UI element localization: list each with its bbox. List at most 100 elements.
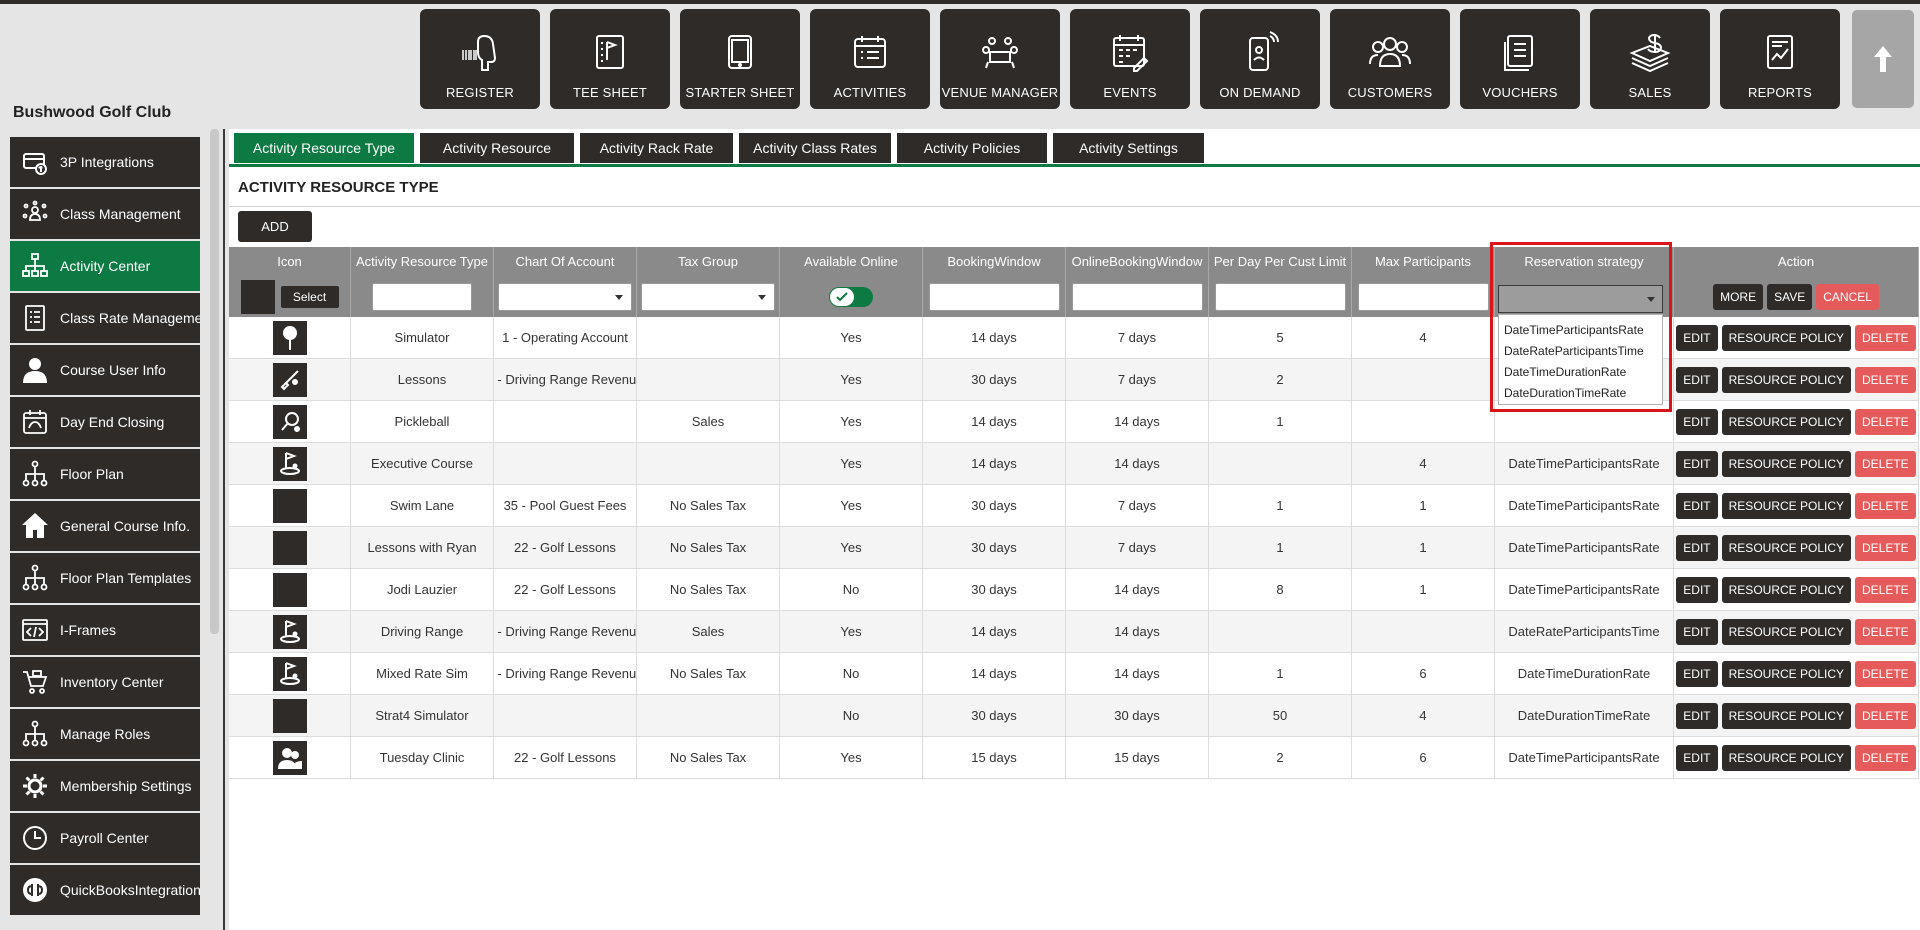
sidebar-item-class-rate-management[interactable]: Class Rate Management <box>10 293 200 343</box>
chart-of-account-cell: 35 - Pool Guest Fees <box>494 485 637 526</box>
cancel-button[interactable]: CANCEL <box>1816 283 1879 310</box>
sidebar-item-general-course-info[interactable]: General Course Info. <box>10 501 200 551</box>
sidebar-item-3p-integrations[interactable]: 3P Integrations <box>10 137 200 187</box>
resource-policy-button[interactable]: RESOURCE POLICY <box>1721 366 1851 393</box>
delete-button[interactable]: DELETE <box>1855 618 1916 645</box>
tax-group-filter-select[interactable] <box>641 282 775 311</box>
sidebar-item-i-frames[interactable]: I-Frames <box>10 605 200 655</box>
delete-button[interactable]: DELETE <box>1855 702 1916 729</box>
resource-policy-button[interactable]: RESOURCE POLICY <box>1721 408 1851 435</box>
delete-button[interactable]: DELETE <box>1855 576 1916 603</box>
nav-register-button[interactable]: REGISTER <box>420 9 540 109</box>
column-header[interactable]: Reservation strategy <box>1495 247 1674 276</box>
edit-button[interactable]: EDIT <box>1676 702 1718 729</box>
delete-button[interactable]: DELETE <box>1855 366 1916 393</box>
filter-cell <box>494 276 637 317</box>
sidebar-item-payroll-center[interactable]: Payroll Center <box>10 813 200 863</box>
nav-customers-button[interactable]: CUSTOMERS <box>1330 9 1450 109</box>
online-booking-window-filter-input[interactable] <box>1071 282 1203 311</box>
column-header[interactable]: Chart Of Account <box>494 247 637 276</box>
column-header[interactable]: Tax Group <box>637 247 780 276</box>
edit-button[interactable]: EDIT <box>1676 324 1718 351</box>
more-button[interactable]: MORE <box>1713 283 1764 310</box>
edit-button[interactable]: EDIT <box>1676 744 1718 771</box>
dropdown-option[interactable]: DateTimeParticipantsRate <box>1499 319 1662 340</box>
nav-events-button[interactable]: EVENTS <box>1070 9 1190 109</box>
sidebar-item-floor-plan[interactable]: Floor Plan <box>10 449 200 499</box>
resource-policy-button[interactable]: RESOURCE POLICY <box>1721 324 1851 351</box>
available-online-toggle[interactable] <box>829 286 873 307</box>
dropdown-option[interactable]: DateDurationTimeRate <box>1499 382 1662 403</box>
nav-reports-button[interactable]: REPORTS <box>1720 9 1840 109</box>
edit-button[interactable]: EDIT <box>1676 576 1718 603</box>
resource-type-filter-input[interactable] <box>372 282 472 311</box>
reservation-strategy-filter-select[interactable] <box>1498 285 1663 313</box>
column-header[interactable]: Per Day Per Cust Limit <box>1209 247 1352 276</box>
tab-activity-policies[interactable]: Activity Policies <box>897 133 1047 163</box>
column-header[interactable]: Action <box>1674 247 1919 276</box>
save-button[interactable]: SAVE <box>1767 283 1813 310</box>
nav-tee-sheet-button[interactable]: TEE SHEET <box>550 9 670 109</box>
delete-button[interactable]: DELETE <box>1855 492 1916 519</box>
dropdown-option[interactable]: DateRateParticipantsTime <box>1499 340 1662 361</box>
column-header[interactable]: OnlineBookingWindow <box>1066 247 1209 276</box>
delete-button[interactable]: DELETE <box>1855 534 1916 561</box>
nav-venue-manager-button[interactable]: VENUE MANAGER <box>940 9 1060 109</box>
edit-button[interactable]: EDIT <box>1676 618 1718 645</box>
nav-sales-button[interactable]: SALES <box>1590 9 1710 109</box>
booking-window-filter-input[interactable] <box>928 282 1060 311</box>
resource-policy-button[interactable]: RESOURCE POLICY <box>1721 534 1851 561</box>
tab-activity-class-rates[interactable]: Activity Class Rates <box>739 133 891 163</box>
tab-activity-resource[interactable]: Activity Resource <box>420 133 574 163</box>
nav-activities-button[interactable]: ACTIVITIES <box>810 9 930 109</box>
per-day-limit-filter-input[interactable] <box>1214 282 1346 311</box>
sidebar-item-course-user-info[interactable]: Course User Info <box>10 345 200 395</box>
delete-button[interactable]: DELETE <box>1855 450 1916 477</box>
edit-button[interactable]: EDIT <box>1676 534 1718 561</box>
resource-policy-button[interactable]: RESOURCE POLICY <box>1721 576 1851 603</box>
sidebar-item-quickbooksintegration[interactable]: QuickBooksIntegration <box>10 865 200 915</box>
chart-of-account-filter-select[interactable] <box>498 282 632 311</box>
sidebar-item-label: Class Management <box>60 206 181 222</box>
column-header[interactable]: Activity Resource Type <box>351 247 494 276</box>
scroll-up-button[interactable] <box>1852 10 1914 108</box>
nav-on-demand-button[interactable]: ON DEMAND <box>1200 9 1320 109</box>
sidebar-item-floor-plan-templates[interactable]: Floor Plan Templates <box>10 553 200 603</box>
sidebar-item-manage-roles[interactable]: Manage Roles <box>10 709 200 759</box>
table-row: Simulator 1 - Operating Account Yes 14 days… <box>229 317 1919 359</box>
dropdown-option[interactable]: DateTimeDurationRate <box>1499 361 1662 382</box>
edit-button[interactable]: EDIT <box>1676 450 1718 477</box>
tab-activity-resource-type[interactable]: Activity Resource Type <box>234 133 414 163</box>
sidebar-scrollbar[interactable] <box>210 129 219 634</box>
delete-button[interactable]: DELETE <box>1855 408 1916 435</box>
sidebar-item-class-management[interactable]: Class Management <box>10 189 200 239</box>
sidebar-item-membership-settings[interactable]: Membership Settings <box>10 761 200 811</box>
resource-policy-button[interactable]: RESOURCE POLICY <box>1721 660 1851 687</box>
tab-activity-settings[interactable]: Activity Settings <box>1053 133 1204 163</box>
sidebar-item-activity-center[interactable]: Activity Center <box>10 241 200 291</box>
max-participants-filter-input[interactable] <box>1357 282 1489 311</box>
edit-button[interactable]: EDIT <box>1676 408 1718 435</box>
sidebar-item-day-end-closing[interactable]: Day End Closing <box>10 397 200 447</box>
resource-policy-button[interactable]: RESOURCE POLICY <box>1721 450 1851 477</box>
edit-button[interactable]: EDIT <box>1676 366 1718 393</box>
column-header[interactable]: Max Participants <box>1352 247 1495 276</box>
edit-button[interactable]: EDIT <box>1676 492 1718 519</box>
column-header[interactable]: Icon <box>229 247 351 276</box>
resource-policy-button[interactable]: RESOURCE POLICY <box>1721 744 1851 771</box>
icon-select-button[interactable]: Select <box>280 285 339 308</box>
delete-button[interactable]: DELETE <box>1855 744 1916 771</box>
edit-button[interactable]: EDIT <box>1676 660 1718 687</box>
resource-policy-button[interactable]: RESOURCE POLICY <box>1721 702 1851 729</box>
nav-vouchers-button[interactable]: VOUCHERS <box>1460 9 1580 109</box>
resource-policy-button[interactable]: RESOURCE POLICY <box>1721 492 1851 519</box>
column-header[interactable]: Available Online <box>780 247 923 276</box>
delete-button[interactable]: DELETE <box>1855 660 1916 687</box>
add-button[interactable]: ADD <box>238 211 312 242</box>
sidebar-item-inventory-center[interactable]: Inventory Center <box>10 657 200 707</box>
column-header[interactable]: BookingWindow <box>923 247 1066 276</box>
tab-activity-rack-rate[interactable]: Activity Rack Rate <box>580 133 733 163</box>
resource-policy-button[interactable]: RESOURCE POLICY <box>1721 618 1851 645</box>
delete-button[interactable]: DELETE <box>1855 324 1916 351</box>
nav-starter-sheet-button[interactable]: STARTER SHEET <box>680 9 800 109</box>
